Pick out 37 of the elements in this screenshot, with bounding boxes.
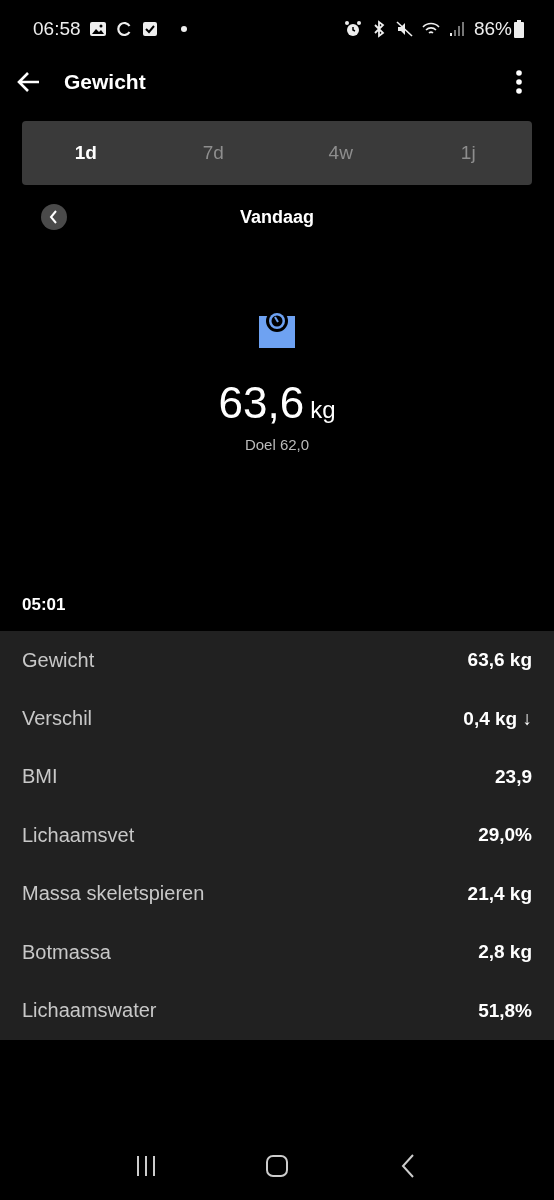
metric-value: 29,0%: [478, 824, 532, 847]
period-tab[interactable]: 4w: [277, 121, 405, 185]
scale-icon: [257, 310, 297, 350]
alarm-icon: [343, 20, 362, 38]
image-icon: [88, 20, 107, 38]
screen-title: Gewicht: [64, 70, 147, 94]
period-tab[interactable]: 7d: [149, 121, 277, 185]
weight-value: 63,6: [218, 378, 305, 428]
goal-text: Doel 62,0: [244, 436, 310, 453]
metric-label: Massa skeletspieren: [22, 882, 205, 906]
metric-label: Botmassa: [22, 940, 111, 964]
metric-value: 63,6 kg: [467, 649, 532, 672]
status-time: 06:58: [33, 18, 81, 40]
metric-label: Lichaamswater: [22, 999, 157, 1023]
chevron-left-icon: [48, 210, 60, 224]
battery-percent: 86%: [473, 18, 512, 40]
sync-icon: [114, 20, 133, 38]
metric-value: 2,8 kg: [478, 941, 532, 964]
battery-icon: [514, 20, 524, 38]
period-tab[interactable]: 1d: [22, 121, 150, 185]
period-tab[interactable]: 1j: [404, 121, 532, 185]
metric-label: Verschil: [22, 707, 93, 731]
metric-label: BMI: [22, 765, 58, 789]
previous-button[interactable]: [41, 204, 67, 230]
metric-value: 0,4 kg ↓: [463, 707, 532, 730]
metric-label: Lichaamsvet: [22, 823, 135, 847]
metric-value: 23,9: [495, 765, 532, 788]
signal-icon: [447, 20, 466, 38]
dot-icon: [180, 26, 187, 32]
metric-label: Gewicht: [22, 648, 95, 672]
metric-value: 21,4 kg: [467, 882, 532, 905]
metric-value: 51,8%: [478, 999, 532, 1022]
measurement-time: 05:01: [22, 595, 67, 616]
checkbox-icon: [140, 20, 159, 38]
weight-unit: kg: [310, 396, 336, 424]
period-label: Vandaag: [240, 206, 314, 228]
mute-icon: [395, 20, 414, 38]
